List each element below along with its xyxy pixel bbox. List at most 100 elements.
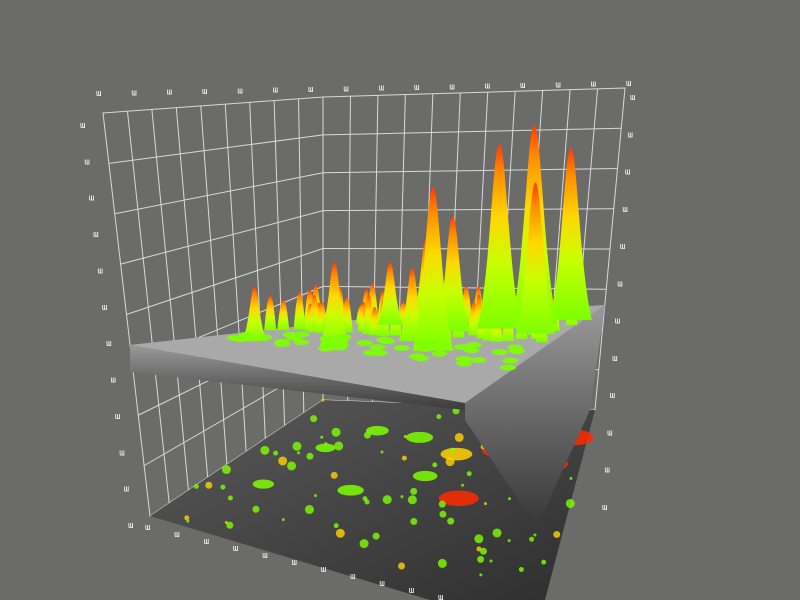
tick-label-right: ɯ (607, 428, 612, 438)
back-wall-grid-hline (322, 127, 622, 136)
floor-speckle (193, 483, 199, 489)
tick-label-left: ɯ (84, 157, 89, 167)
surface-fringe (319, 335, 336, 342)
tick-label-top: ɯ (591, 80, 596, 90)
surface-fringe (293, 339, 310, 346)
tick-label-right: ɯ (622, 205, 627, 215)
floor-speckle (492, 528, 502, 538)
floor-speckle (359, 539, 369, 549)
tick-label-left: ɯ (106, 339, 111, 349)
tick-label-bottom: ɯ (379, 579, 384, 589)
tick-label-left: ɯ (93, 230, 98, 240)
tick-label-top: ɯ (202, 87, 207, 97)
surface-fringe (508, 348, 525, 355)
floor-speckle (553, 530, 561, 538)
floor-speckle (507, 497, 511, 501)
floor-speckle (437, 558, 447, 568)
tick-label-left: ɯ (124, 485, 129, 495)
floor-speckle (533, 533, 537, 537)
floor-speckle (372, 532, 380, 540)
tick-label-bottom: ɯ (145, 523, 150, 533)
surface-fringe (369, 344, 386, 351)
surface-fringe (393, 345, 410, 352)
surface-fringe (455, 360, 472, 367)
floor-speckle (382, 495, 392, 505)
floor-speckle (461, 483, 465, 487)
left-wall-grid-hline (120, 210, 324, 265)
tick-label-bottom: ɯ (204, 537, 209, 547)
floor-speckle (224, 520, 228, 524)
floor-speckle (292, 441, 302, 451)
surface-fringe (431, 350, 448, 357)
floor-speckle (439, 510, 447, 518)
tick-label-top: ɯ (167, 88, 172, 98)
surface-fringe (232, 336, 249, 343)
tick-label-left: ɯ (128, 521, 133, 531)
floor-speckle (320, 435, 324, 439)
surface-fringe (499, 364, 516, 371)
floor-heat-blob (405, 431, 434, 443)
tick-label-bottom: ɯ (350, 572, 355, 582)
surface-fringe (423, 340, 440, 347)
floor-speckle (314, 494, 318, 498)
left-wall-grid-hline (108, 134, 324, 164)
floor-speckle (324, 442, 328, 446)
floor-speckle (479, 573, 483, 577)
floor-speckle (398, 562, 406, 570)
surface-fringe (333, 336, 350, 343)
tick-label-right: ɯ (620, 242, 625, 252)
floor-speckle (403, 435, 407, 439)
floor-speckle (449, 447, 455, 453)
floor-speckle (321, 398, 325, 402)
chart-viewport[interactable]: ɯ ɯ ɯ ɯ ɯ ɯ ɯ ɯ ɯ ɯ ɯ ɯ ɯ ɯ ɯ ɯ ɯ ɯ ɯ ɯ ɯ ɯ ɯ ɯ ɯ ɯ ɯ ɯ ɯ ɯ ɯ ɯ ɯ ɯ ɯ ɯ ɯ ɯ ɯ ɯ… (0, 0, 800, 600)
floor-speckle (380, 450, 384, 454)
surface-fringe (463, 347, 480, 354)
tick-label-left: ɯ (102, 303, 107, 313)
surface-fringe (465, 341, 482, 348)
floor-speckle (297, 451, 301, 455)
tick-label-right: ɯ (617, 279, 622, 289)
left-wall-grid-hline (114, 172, 324, 215)
floor-speckle (400, 495, 404, 499)
floor-speckle (436, 414, 442, 420)
surface-fringe (256, 334, 273, 341)
tick-label-right: ɯ (630, 93, 635, 103)
floor-speckle (438, 500, 446, 508)
floor-speckle (273, 450, 279, 456)
floor-speckle (221, 465, 231, 475)
tick-label-top: ɯ (379, 84, 384, 94)
floor-speckle (363, 431, 371, 439)
tick-label-right: ɯ (610, 391, 615, 401)
floor-speckle (529, 536, 535, 542)
tick-label-top: ɯ (520, 81, 525, 91)
tick-label-right: ɯ (612, 354, 617, 364)
floor-speckle (333, 523, 339, 529)
floor-speckle (410, 487, 418, 495)
tick-label-top: ɯ (273, 86, 278, 96)
floor-heat-blob (412, 470, 438, 482)
tick-label-right: ɯ (615, 317, 620, 327)
surface-fringe (274, 341, 291, 348)
floor-speckle (334, 441, 344, 451)
floor-speckle (466, 471, 472, 477)
tick-label-left: ɯ (97, 266, 102, 276)
tick-label-right: ɯ (627, 130, 632, 140)
tick-label-left: ɯ (115, 412, 120, 422)
floor-speckle (474, 534, 484, 544)
tick-label-bottom: ɯ (409, 586, 414, 596)
floor-speckle (477, 555, 485, 563)
floor-speckle (278, 456, 288, 466)
tick-label-left: ɯ (89, 194, 94, 204)
floor-speckle (227, 495, 233, 501)
surface-3d-chart: ɯ ɯ ɯ ɯ ɯ ɯ ɯ ɯ ɯ ɯ ɯ ɯ ɯ ɯ ɯ ɯ ɯ ɯ ɯ ɯ ɯ ɯ ɯ ɯ ɯ ɯ ɯ ɯ ɯ ɯ ɯ ɯ ɯ ɯ ɯ ɯ ɯ ɯ ɯ ɯ… (80, 79, 635, 600)
floor-speckle (220, 484, 226, 490)
floor-heat-blob (337, 484, 364, 496)
floor-speckle (205, 481, 213, 489)
surface-fringe (502, 357, 519, 364)
floor-speckle (335, 528, 345, 538)
tick-label-top: ɯ (414, 83, 419, 93)
floor-speckle (432, 462, 438, 468)
tick-label-top: ɯ (237, 86, 242, 96)
floor-speckle (410, 518, 418, 526)
surface-fringe (491, 349, 508, 356)
